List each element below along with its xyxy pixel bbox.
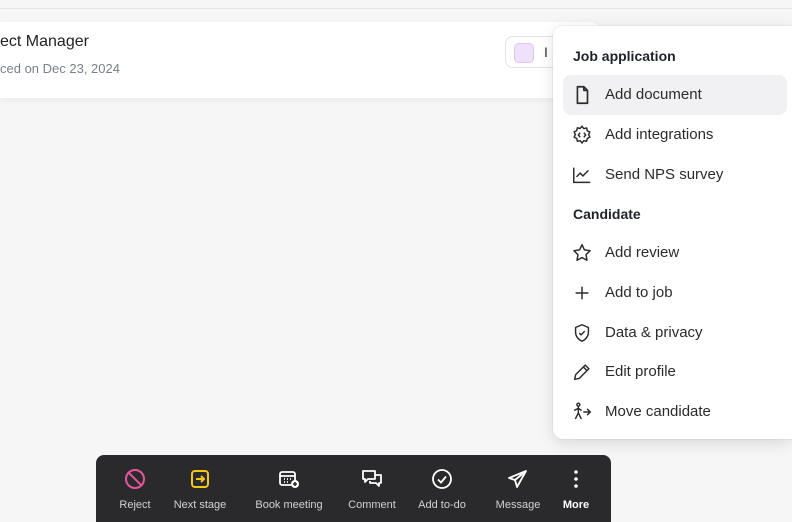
reject-label: Reject [119, 499, 151, 511]
menu-item-label: Add review [605, 244, 680, 261]
more-label: More [562, 499, 590, 511]
action-toolbar: Reject Next stage Book meeting Comment A… [96, 455, 611, 522]
calendar-plus-icon [245, 467, 333, 489]
star-icon [571, 242, 593, 264]
next-stage-label: Next stage [173, 499, 227, 511]
job-application-card[interactable]: ect Manager ced on Dec 23, 2024 I [0, 22, 600, 98]
menu-item-label: Add integrations [605, 126, 714, 143]
reject-button[interactable]: Reject [113, 455, 157, 522]
message-button[interactable]: Message [488, 455, 548, 522]
ban-icon [113, 467, 157, 489]
paper-plane-icon [488, 467, 548, 489]
integrations-icon [571, 124, 593, 146]
more-button[interactable]: More [556, 455, 596, 522]
pencil-icon [571, 361, 593, 383]
shield-check-icon [571, 322, 593, 344]
menu-item-label: Add document [605, 86, 702, 103]
plus-icon [571, 282, 593, 304]
next-stage-button[interactable]: Next stage [165, 455, 235, 522]
section-job-application: Job application [573, 48, 676, 64]
menu-item-label: Edit profile [605, 363, 676, 380]
menu-item-data-privacy[interactable]: Data & privacy [563, 313, 787, 353]
menu-item-edit-profile[interactable]: Edit profile [563, 352, 787, 392]
menu-item-add-review[interactable]: Add review [563, 233, 787, 273]
applied-date: ced on Dec 23, 2024 [0, 61, 120, 76]
section-candidate: Candidate [573, 206, 641, 222]
comment-label: Comment [348, 499, 396, 511]
add-todo-label: Add to-do [418, 499, 466, 511]
menu-item-label: Move candidate [605, 403, 711, 420]
document-icon [571, 84, 593, 106]
stage-label: I [544, 44, 548, 60]
add-todo-button[interactable]: Add to-do [412, 455, 472, 522]
message-label: Message [495, 499, 541, 511]
menu-item-add-document[interactable]: Add document [563, 75, 787, 115]
book-meeting-button[interactable]: Book meeting [245, 455, 333, 522]
job-title: ect Manager [0, 33, 89, 50]
menu-item-move-candidate[interactable]: Move candidate [563, 392, 787, 432]
person-walk-arrow-icon [571, 401, 593, 423]
divider [0, 8, 792, 9]
more-vertical-icon [556, 467, 596, 489]
menu-item-label: Send NPS survey [605, 166, 724, 183]
menu-item-add-integrations[interactable]: Add integrations [563, 115, 787, 155]
chat-bubbles-icon [342, 467, 402, 489]
menu-item-add-to-job[interactable]: Add to job [563, 273, 787, 313]
menu-item-send-nps-survey[interactable]: Send NPS survey [563, 155, 787, 195]
chart-line-icon [571, 164, 593, 186]
arrow-right-box-icon [165, 467, 235, 489]
book-meeting-label: Book meeting [255, 499, 323, 511]
menu-item-label: Data & privacy [605, 324, 703, 341]
comment-button[interactable]: Comment [342, 455, 402, 522]
check-circle-icon [412, 467, 472, 489]
stage-color-swatch [514, 43, 534, 63]
more-actions-menu: Job application Add document Add integra… [553, 26, 792, 439]
menu-item-label: Add to job [605, 284, 673, 301]
